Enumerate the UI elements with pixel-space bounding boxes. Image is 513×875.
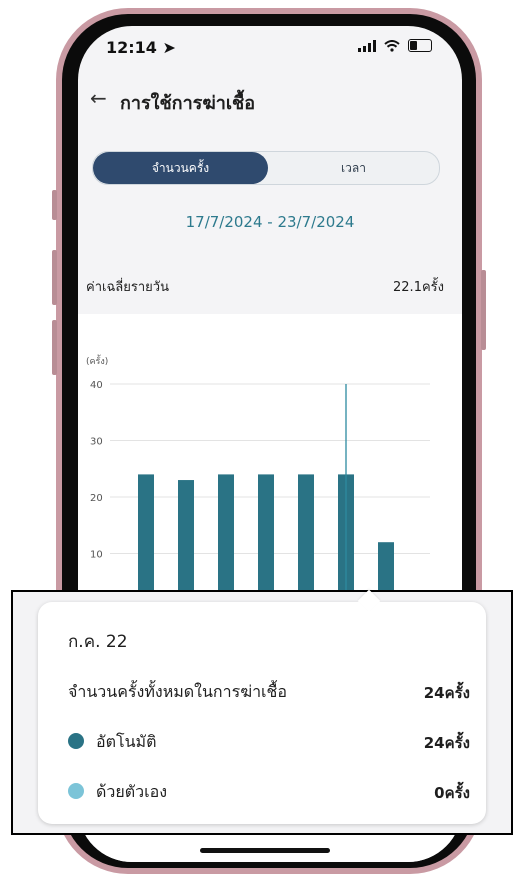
daily-average-value: 22.1ครั้ง (393, 280, 444, 295)
automatic-legend-dot (68, 733, 84, 749)
wifi-icon (384, 39, 400, 52)
segment-count[interactable]: จำนวนครั้ง (93, 152, 268, 184)
signal-icon (358, 39, 376, 52)
manual-legend-dot (68, 783, 84, 799)
tooltip-total-value: 24ครั้ง (423, 684, 470, 702)
y-axis-unit: (ครั้ง) (86, 354, 108, 367)
y-tick-label: 40 (90, 380, 103, 391)
tooltip-total-label: จำนวนครั้งทั้งหมดในการฆ่าเชื้อ (68, 682, 287, 701)
status-icons (358, 39, 432, 52)
home-indicator (200, 848, 330, 853)
tooltip-manual-label: ด้วยตัวเอง (96, 782, 168, 801)
tooltip-manual-value: 0ครั้ง (434, 784, 470, 802)
tooltip-auto-value: 24ครั้ง (423, 734, 470, 752)
mute-switch (52, 320, 57, 375)
y-tick-label: 30 (90, 437, 103, 448)
power-button (481, 270, 486, 350)
page-title: การใช้การฆ่าเชื้อ (120, 93, 255, 114)
status-time: 12:14 ➤ (106, 38, 176, 57)
back-arrow-icon[interactable]: ← (90, 86, 107, 110)
view-segmented-control: จำนวนครั้ง เวลา (92, 151, 440, 185)
volume-down-button (52, 250, 57, 305)
daily-average-label: ค่าเฉลี่ยรายวัน (86, 280, 169, 295)
battery-icon (408, 39, 432, 52)
tooltip-date: ก.ค. 22 (68, 632, 128, 652)
tooltip-auto-label: อัตโนมัติ (96, 732, 157, 751)
segment-time[interactable]: เวลา (268, 152, 439, 184)
volume-up-button (52, 190, 57, 220)
bar-chart: (ครั้ง)403020100 (86, 354, 430, 630)
date-range[interactable]: 17/7/2024 - 23/7/2024 (78, 213, 462, 231)
y-tick-label: 20 (90, 493, 103, 504)
y-tick-label: 10 (90, 550, 103, 561)
